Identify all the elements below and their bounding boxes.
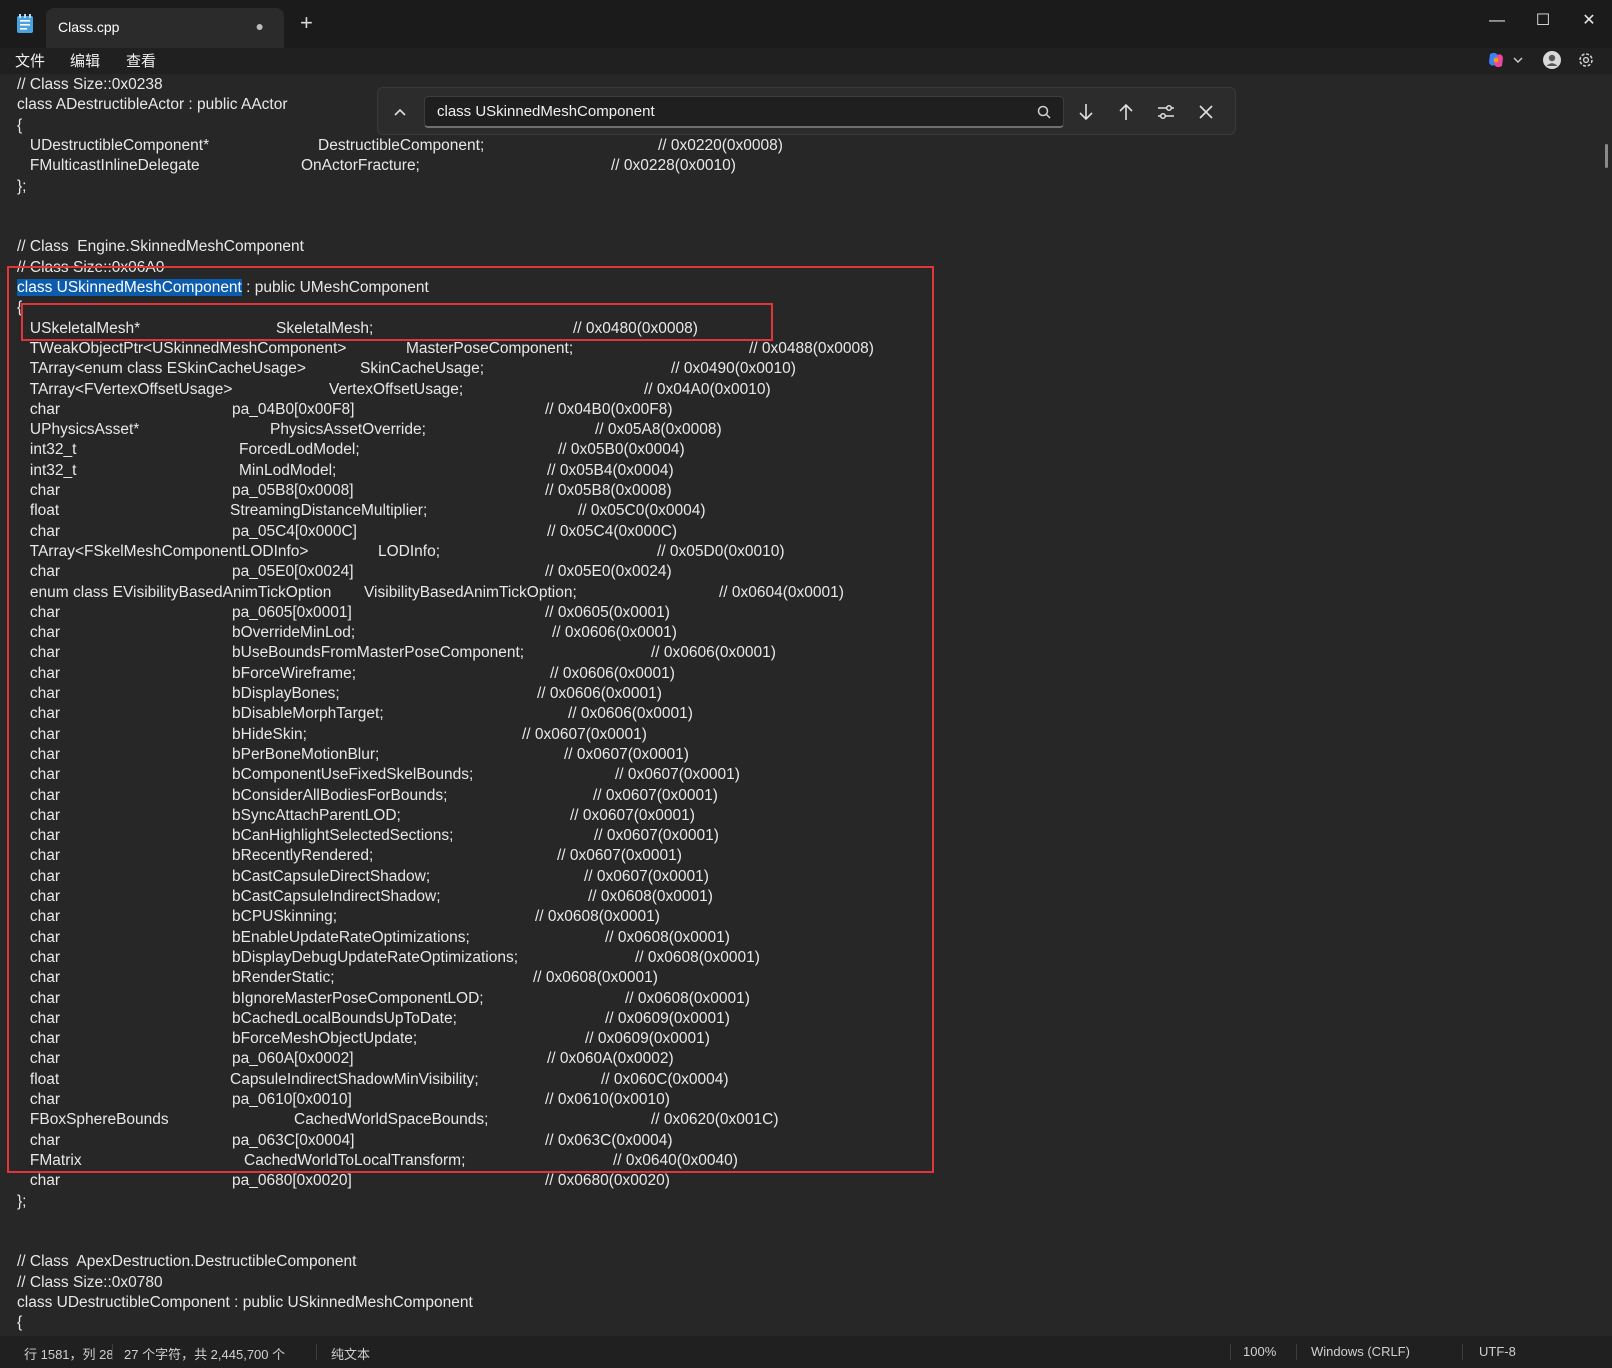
- code-token: // 0x0220(0x0008): [658, 136, 783, 154]
- text-format[interactable]: 纯文本: [331, 1344, 370, 1363]
- code-token: // Class Size::0x0238: [17, 76, 163, 93]
- code-line: // Class Engine.SkinnedMeshComponent: [17, 237, 1577, 257]
- copilot-icon[interactable]: [1486, 50, 1506, 70]
- code-token: char: [17, 1172, 61, 1190]
- menu-view[interactable]: 查看: [126, 50, 156, 71]
- status-divider: [1296, 1344, 1297, 1360]
- annotation-box-field: [21, 303, 773, 341]
- code-line: char pa_0680[0x0020] // 0x0680(0x0020): [17, 1171, 1577, 1191]
- code-token: class ADestructibleActor : public AActor: [17, 96, 288, 114]
- code-token: DestructibleComponent;: [318, 136, 485, 154]
- character-count: 27 个字符，共 2,445,700 个: [124, 1347, 286, 1362]
- status-divider: [1462, 1344, 1463, 1360]
- code-token: };: [17, 1192, 27, 1210]
- code-token: class UDestructibleComponent : public US…: [17, 1294, 473, 1311]
- code-line: FMulticastInlineDelegate OnActorFracture;…: [17, 156, 1577, 176]
- menu-edit[interactable]: 编辑: [70, 50, 100, 71]
- line-ending[interactable]: Windows (CRLF): [1311, 1344, 1410, 1359]
- code-line: };: [17, 177, 1577, 197]
- scrollbar-thumb[interactable]: [1605, 144, 1608, 168]
- status-divider: [316, 1344, 317, 1360]
- maximize-button[interactable]: ☐: [1520, 6, 1566, 36]
- close-icon[interactable]: [1190, 96, 1222, 128]
- find-bar: [377, 87, 1236, 135]
- chevron-down-icon[interactable]: [1512, 54, 1524, 66]
- cursor-position[interactable]: 行 1581，列 28: [24, 1344, 114, 1363]
- title-bar: Class.cpp ● + — ☐ ✕: [0, 0, 1612, 48]
- new-tab-button[interactable]: +: [300, 12, 313, 34]
- status-divider: [1230, 1344, 1231, 1360]
- arrow-down-icon[interactable]: [1070, 96, 1102, 128]
- code-line: UDestructibleComponent* DestructibleCompo…: [17, 136, 1577, 156]
- search-icon[interactable]: [1036, 104, 1052, 120]
- code-token: // Class ApexDestruction.DestructibleCom…: [17, 1253, 357, 1271]
- zoom-level[interactable]: 100%: [1243, 1344, 1276, 1359]
- code-line: };: [17, 1192, 1577, 1212]
- code-token: {: [17, 1314, 23, 1332]
- arrow-up-icon[interactable]: [1110, 96, 1142, 128]
- menu-file[interactable]: 文件: [15, 50, 45, 71]
- code-line: class UDestructibleComponent : public US…: [17, 1293, 1577, 1313]
- code-line: {: [17, 1313, 1577, 1333]
- tab-class-cpp[interactable]: Class.cpp ●: [46, 8, 284, 48]
- account-icon[interactable]: [1542, 50, 1562, 70]
- code-line: // Class Size::0x0780: [17, 1273, 1577, 1293]
- code-token: // 0x0228(0x0010): [611, 157, 736, 175]
- tab-title: Class.cpp: [58, 19, 120, 35]
- code-token: pa_0680[0x0020]: [232, 1172, 352, 1190]
- close-window-button[interactable]: ✕: [1566, 6, 1612, 36]
- code-token: };: [17, 177, 27, 195]
- code-token: UDestructibleComponent*: [17, 136, 210, 154]
- text-editor[interactable]: // Class Size::0x0238class ADestructible…: [0, 74, 1602, 1336]
- code-token: // Class Engine.SkinnedMeshComponent: [17, 238, 304, 256]
- minimize-button[interactable]: —: [1474, 6, 1520, 36]
- sliders-icon[interactable]: [1150, 96, 1182, 128]
- notepad-icon: [17, 14, 33, 33]
- code-token: OnActorFracture;: [301, 157, 420, 175]
- status-bar: 行 1581，列 28 27 个字符，共 2,445,700 个 纯文本 100…: [0, 1336, 1612, 1368]
- status-divider: [112, 1344, 113, 1360]
- code-line: // Class ApexDestruction.DestructibleCom…: [17, 1252, 1577, 1272]
- find-input[interactable]: [424, 96, 1064, 128]
- unsaved-dot-icon[interactable]: ●: [256, 18, 264, 34]
- chevron-up-icon[interactable]: [384, 96, 416, 128]
- code-token: {: [17, 116, 23, 134]
- vertical-scrollbar[interactable]: [1602, 74, 1612, 1336]
- settings-icon[interactable]: [1576, 50, 1596, 70]
- code-token: // 0x0680(0x0020): [545, 1172, 670, 1190]
- annotation-box-class: [7, 266, 934, 1173]
- menu-bar: 文件 编辑 查看: [0, 48, 1612, 74]
- encoding[interactable]: UTF-8: [1479, 1344, 1516, 1359]
- code-token: FMulticastInlineDelegate: [17, 157, 200, 175]
- code-token: // Class Size::0x0780: [17, 1273, 163, 1291]
